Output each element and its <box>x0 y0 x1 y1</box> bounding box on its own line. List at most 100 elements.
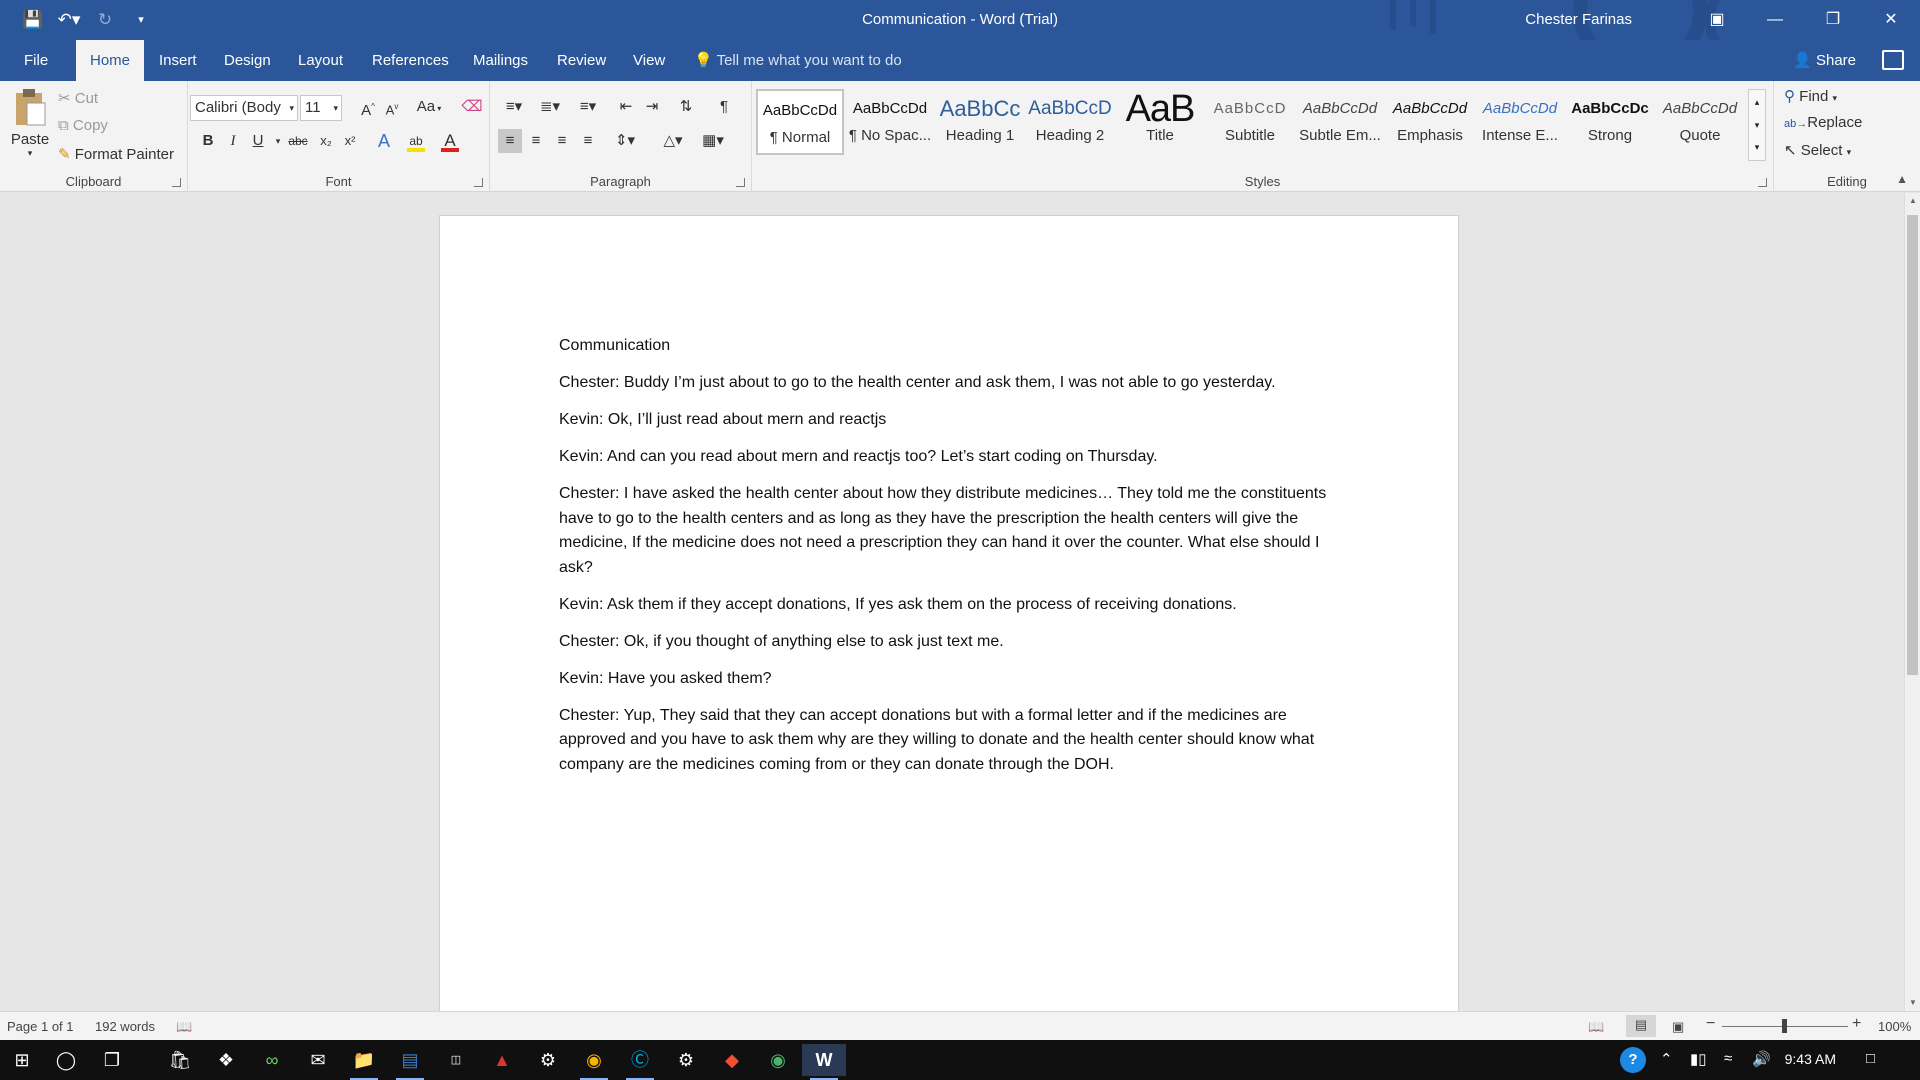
dropbox-icon[interactable]: ❖ <box>204 1044 248 1076</box>
chevron-down-icon[interactable]: ▾ <box>10 148 50 159</box>
share-button[interactable]: 👤 Share <box>1793 40 1856 81</box>
red-app-icon[interactable]: ▲ <box>480 1044 524 1076</box>
zoom-in-icon[interactable]: + <box>1852 1015 1861 1033</box>
style-subtitle[interactable]: AaBbCcD Subtitle <box>1206 89 1294 155</box>
decrease-indent-icon[interactable]: ⇤ <box>614 95 638 119</box>
cortana-icon[interactable]: ◯ <box>44 1044 88 1076</box>
document-page[interactable]: Communication Chester: Buddy I’m just ab… <box>439 215 1459 1035</box>
close-icon[interactable]: ✕ <box>1862 0 1920 40</box>
styles-gallery-scroller[interactable]: ▴ ▾ ▾ <box>1748 89 1766 161</box>
justify-icon[interactable]: ≡ <box>576 129 600 153</box>
user-name[interactable]: Chester Farinas <box>1525 11 1632 28</box>
style-subtle-em[interactable]: AaBbCcDd Subtle Em... <box>1296 89 1384 155</box>
document-heading[interactable]: Communication <box>559 334 1349 359</box>
paragraph-4[interactable]: Chester: I have asked the health center … <box>559 482 1349 580</box>
minimize-icon[interactable]: — <box>1746 0 1804 40</box>
paragraph-launcher-icon[interactable] <box>736 178 745 187</box>
grow-font-button[interactable]: A^ <box>356 95 380 119</box>
tab-home[interactable]: Home <box>76 40 144 81</box>
read-mode-icon[interactable]: 📖 <box>1588 1019 1604 1035</box>
font-launcher-icon[interactable] <box>474 178 483 187</box>
style-strong[interactable]: AaBbCcDc Strong <box>1566 89 1654 155</box>
clock[interactable]: 9:43 AM <box>1785 1051 1836 1067</box>
tab-review[interactable]: Review <box>543 40 620 81</box>
select-button[interactable]: ↖ Select ▾ <box>1784 141 1851 159</box>
styles-launcher-icon[interactable] <box>1758 178 1767 187</box>
style-no-spac[interactable]: AaBbCcDd ¶ No Spac... <box>846 89 934 155</box>
app-window-icon[interactable]: ▤ <box>388 1044 432 1080</box>
page-count[interactable]: Page 1 of 1 <box>7 1019 74 1034</box>
comments-icon[interactable] <box>1882 50 1904 70</box>
store-icon[interactable]: 🛍 <box>158 1044 202 1076</box>
bold-button[interactable]: B <box>196 129 220 153</box>
align-right-icon[interactable]: ≡ <box>550 129 574 153</box>
wifi-icon[interactable]: ≈ <box>1724 1050 1732 1067</box>
subscript-button[interactable]: x₂ <box>314 129 338 153</box>
vertical-scrollbar[interactable]: ▲ ▼ <box>1904 193 1920 1011</box>
style-quote[interactable]: AaBbCcDd Quote <box>1656 89 1744 155</box>
sort-icon[interactable]: ⇅ <box>674 95 698 119</box>
steam-icon[interactable]: ⚙ <box>526 1044 570 1076</box>
shading-icon[interactable]: △▾ <box>656 129 690 153</box>
increase-indent-icon[interactable]: ⇥ <box>640 95 664 119</box>
volume-icon[interactable]: 🔊 <box>1752 1050 1771 1068</box>
help-icon[interactable]: ? <box>1620 1047 1646 1073</box>
print-layout-icon[interactable]: ▤ <box>1626 1015 1656 1037</box>
chevron-up-icon[interactable]: ⌃ <box>1660 1050 1673 1068</box>
text-effects-icon[interactable]: A <box>372 129 396 153</box>
clear-formatting-icon[interactable]: ⌫ <box>460 95 484 119</box>
notifications-icon[interactable]: □ <box>1866 1050 1875 1067</box>
style-normal[interactable]: AaBbCcDd ¶ Normal <box>756 89 844 155</box>
collapse-ribbon-icon[interactable]: ▲ <box>1896 172 1908 186</box>
word-taskbar-icon[interactable]: W <box>802 1044 846 1080</box>
clipboard-launcher-icon[interactable] <box>172 178 181 187</box>
line-spacing-icon[interactable]: ⇕▾ <box>608 129 642 153</box>
task-view-icon[interactable]: ❐ <box>90 1044 134 1076</box>
tab-references[interactable]: References <box>358 40 463 81</box>
font-size-combo[interactable]: 11 ▾ <box>300 95 342 121</box>
epic-games-icon[interactable]: ◫ <box>434 1044 478 1076</box>
infinity-icon[interactable]: ∞ <box>250 1044 294 1076</box>
zoom-out-icon[interactable]: − <box>1706 1015 1715 1033</box>
proofing-icon[interactable]: 📖 <box>176 1019 192 1035</box>
style-intense-e[interactable]: AaBbCcDd Intense E... <box>1476 89 1564 155</box>
tab-view[interactable]: View <box>619 40 679 81</box>
scroll-up-icon[interactable]: ▲ <box>1905 193 1920 209</box>
scrollbar-thumb[interactable] <box>1907 215 1918 675</box>
paragraph-5[interactable]: Kevin: Ask them if they accept donations… <box>559 593 1349 618</box>
paste-button[interactable]: Paste ▾ <box>10 87 50 159</box>
green-globe-icon[interactable]: ◉ <box>756 1044 800 1076</box>
find-button[interactable]: ⚲ Find ▾ <box>1784 87 1837 105</box>
format-painter-button[interactable]: ✎ Format Painter <box>58 145 174 163</box>
bullets-icon[interactable]: ≡▾ <box>498 95 530 119</box>
chrome-icon[interactable]: ◉ <box>572 1044 616 1080</box>
style-title[interactable]: AaB Title <box>1116 89 1204 155</box>
change-case-button[interactable]: Aa ▾ <box>412 95 446 119</box>
file-explorer-icon[interactable]: 📁 <box>342 1044 386 1080</box>
restore-icon[interactable]: ❐ <box>1804 0 1862 40</box>
paragraph-8[interactable]: Chester: Yup, They said that they can ac… <box>559 704 1349 778</box>
tab-mailings[interactable]: Mailings <box>459 40 542 81</box>
font-color-button[interactable]: A <box>438 129 462 153</box>
chevron-down-icon[interactable]: ▾ <box>1749 114 1765 136</box>
paragraph-1[interactable]: Chester: Buddy I’m just about to go to t… <box>559 371 1349 396</box>
mail-icon[interactable]: ✉ <box>296 1044 340 1076</box>
paragraph-2[interactable]: Kevin: Ok, I’ll just read about mern and… <box>559 408 1349 433</box>
ribbon-display-options-icon[interactable]: ▣ <box>1688 0 1746 40</box>
style-heading-2[interactable]: AaBbCcD Heading 2 <box>1026 89 1114 155</box>
tab-file[interactable]: File <box>10 40 62 81</box>
zoom-level[interactable]: 100% <box>1878 1019 1911 1034</box>
style-heading-1[interactable]: AaBbCc Heading 1 <box>936 89 1024 155</box>
superscript-button[interactable]: x² <box>338 129 362 153</box>
paragraph-3[interactable]: Kevin: And can you read about mern and r… <box>559 445 1349 470</box>
shrink-font-button[interactable]: Av <box>380 95 404 119</box>
more-styles-icon[interactable]: ▾ <box>1749 136 1765 158</box>
document-body[interactable]: Communication Chester: Buddy I’m just ab… <box>559 334 1349 790</box>
scroll-down-icon[interactable]: ▼ <box>1905 995 1920 1011</box>
chevron-up-icon[interactable]: ▴ <box>1749 90 1765 114</box>
font-name-combo[interactable]: Calibri (Body ▾ <box>190 95 298 121</box>
windows-start-icon[interactable]: ⊞ <box>0 1044 44 1076</box>
tab-insert[interactable]: Insert <box>145 40 211 81</box>
cut-button[interactable]: ✂ Cut <box>58 89 98 107</box>
align-left-icon[interactable]: ≡ <box>498 129 522 153</box>
